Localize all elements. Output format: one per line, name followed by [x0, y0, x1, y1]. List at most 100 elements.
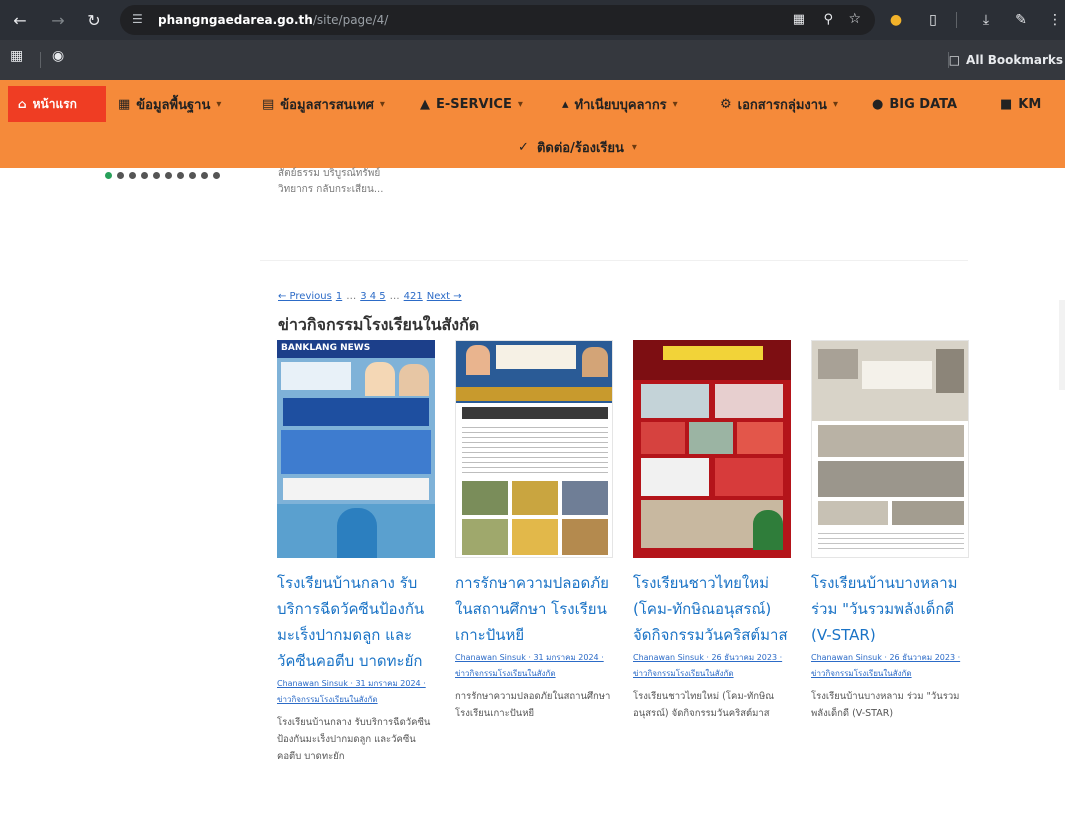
slider-dot[interactable] [189, 172, 196, 179]
news-excerpt: โรงเรียนบ้านบางหลาม ร่วม "วันรวมพลังเด็ก… [811, 691, 960, 719]
pager-page-1[interactable]: 1 [336, 291, 342, 302]
globe-icon[interactable]: ◉ [52, 48, 74, 70]
snippet-line: สัตย์ธรรม บริบูรณ์ทรัพย์ [278, 168, 381, 179]
menu-icon[interactable]: ⋮ [1044, 9, 1065, 31]
news-meta[interactable]: Chanawan Sinsuk · 26 ธันวาคม 2023 · [633, 652, 793, 664]
news-excerpt: โรงเรียนชาวไทยใหม่ (โคม-ทักษิณอนุสรณ์) จ… [633, 691, 775, 719]
nav-label: ข้อมูลสารสนเทศ [280, 97, 374, 113]
pager-pages[interactable]: 3 4 5 [360, 291, 385, 302]
slider-dot[interactable] [153, 172, 160, 179]
nav-home-label: หน้าแรก [32, 96, 77, 111]
download-icon[interactable]: ⤓ [975, 9, 997, 31]
news-category-link[interactable]: ข่าวกิจกรรมโรงเรียนในสังกัด [455, 668, 615, 680]
apps-grid-icon[interactable]: ▦ [10, 48, 32, 70]
gear-icon: ⚙ [720, 96, 732, 112]
bookmarks-bar: ▦ ◉ □ All Bookmarks [0, 40, 1065, 80]
slider-dot[interactable] [129, 172, 136, 179]
all-bookmarks-button[interactable]: □ All Bookmarks [949, 50, 1065, 70]
people-icon: ▲ [420, 96, 430, 112]
slider-dot[interactable] [117, 172, 124, 179]
previous-post-snippet: สัตย์ธรรม บริบูรณ์ทรัพย์ วิทยากร กลับกระ… [278, 166, 383, 198]
nav-label: E-SERVICE [436, 96, 512, 112]
news-title-link[interactable]: การรักษาความปลอดภัยในสถานศึกษา โรงเรียนเ… [455, 570, 615, 648]
zoom-icon[interactable]: ⚲ [823, 12, 833, 27]
nav-item-documents[interactable]: ⚙ เอกสารกลุ่มงาน ▾ [720, 94, 838, 114]
news-card: การรักษาความปลอดภัยในสถานศึกษา โรงเรียนเ… [455, 340, 615, 722]
news-thumbnail[interactable] [455, 340, 613, 558]
news-category-link[interactable]: ข่าวกิจกรรมโรงเรียนในสังกัด [277, 694, 437, 706]
slider-dot[interactable] [141, 172, 148, 179]
news-title-link[interactable]: โรงเรียนบ้านกลาง รับบริการฉีดวัคซีนป้องก… [277, 570, 437, 674]
news-thumbnail[interactable] [811, 340, 969, 558]
org-icon: ▴ [562, 96, 569, 112]
nav-item-big-data[interactable]: ● BIG DATA [872, 94, 957, 114]
site-info-icon[interactable]: ☰ [132, 12, 148, 28]
nav-label: BIG DATA [889, 96, 958, 112]
nav-label: เอกสารกลุ่มงาน [737, 97, 827, 113]
news-excerpt: การรักษาความปลอดภัยในสถานศึกษา โรงเรียนเ… [455, 691, 611, 719]
news-meta[interactable]: Chanawan Sinsuk · 26 ธันวาคม 2023 · [811, 652, 971, 664]
pager-ellipsis: … [346, 291, 357, 302]
snippet-line: วิทยากร กลับกระเสียน... [278, 184, 384, 195]
news-thumbnail[interactable]: BANKLANG NEWS [277, 340, 435, 558]
phone-icon: ✓ [518, 139, 529, 155]
nav-item-basic-info[interactable]: ▦ ข้อมูลพื้นฐาน ▾ [118, 94, 221, 114]
news-category-link[interactable]: ข่าวกิจกรรมโรงเรียนในสังกัด [633, 668, 793, 680]
news-card: โรงเรียนชาวไทยใหม่ (โคม-ทักษิณอนุสรณ์) จ… [633, 340, 793, 722]
extension-icon[interactable]: ● [885, 9, 907, 31]
news-category-link[interactable]: ข่าวกิจกรรมโรงเรียนในสังกัด [811, 668, 971, 680]
chevron-down-icon: ▾ [631, 141, 637, 153]
slider-dot[interactable] [213, 172, 220, 179]
news-thumbnail[interactable] [633, 340, 791, 558]
news-meta[interactable]: Chanawan Sinsuk · 31 มกราคม 2024 · [277, 678, 437, 690]
news-title-link[interactable]: โรงเรียนชาวไทยใหม่ (โคม-ทักษิณอนุสรณ์) จ… [633, 570, 793, 648]
pager-ellipsis: … [389, 291, 400, 302]
profile-icon[interactable]: ✎ [1010, 9, 1032, 31]
slider-dot[interactable] [177, 172, 184, 179]
nav-item-km[interactable]: ■ KM [1000, 94, 1041, 114]
nav-label: ทำเนียบบุคลากร [574, 97, 667, 113]
slider-dot[interactable] [165, 172, 172, 179]
nav-item-contact[interactable]: ✓ ติดต่อ/ร้องเรียน ▾ [518, 137, 637, 158]
chevron-down-icon: ▾ [379, 98, 385, 110]
folder-icon: □ [948, 53, 961, 67]
nav-item-staff[interactable]: ▴ ทำเนียบบุคลากร ▾ [562, 94, 678, 114]
address-bar[interactable]: ☰ phangngaedarea.go.th /site/page/4/ ▦ ⚲… [120, 5, 875, 35]
pager-previous[interactable]: ← Previous [278, 291, 332, 302]
news-card: BANKLANG NEWS โรงเรียนบ้านกลาง รับบริการ… [277, 340, 437, 765]
extensions-puzzle-icon[interactable]: ▯ [922, 9, 944, 31]
pager-last[interactable]: 421 [404, 291, 423, 302]
section-title: ข่าวกิจกรรมโรงเรียนในสังกัด [278, 315, 480, 334]
document-icon: ▤ [262, 96, 275, 112]
book-icon: ■ [1000, 96, 1013, 112]
pager-next[interactable]: Next → [427, 291, 462, 302]
nav-label: ข้อมูลพื้นฐาน [136, 97, 211, 113]
bookmark-star-icon[interactable]: ☆ [848, 11, 861, 27]
url-host: phangngaedarea.go.th [158, 13, 313, 27]
news-title-link[interactable]: โรงเรียนบ้านบางหลาม ร่วม "วันรวมพลังเด็ก… [811, 570, 971, 648]
chevron-down-icon: ▾ [672, 98, 678, 110]
nav-home[interactable]: ⌂ หน้าแรก [8, 86, 106, 122]
translate-icon[interactable]: ▦ [793, 12, 805, 27]
news-card: โรงเรียนบ้านบางหลาม ร่วม "วันรวมพลังเด็ก… [811, 340, 971, 722]
back-icon[interactable]: ← [8, 8, 32, 32]
news-excerpt: โรงเรียนบ้านกลาง รับบริการฉีดวัคซีนป้องก… [277, 717, 431, 762]
nav-label: KM [1018, 96, 1042, 112]
reload-icon[interactable]: ↻ [82, 8, 106, 32]
news-meta[interactable]: Chanawan Sinsuk · 31 มกราคม 2024 · [455, 652, 615, 664]
nav-item-eservice[interactable]: ▲ E-SERVICE ▾ [420, 94, 523, 114]
divider [260, 260, 968, 261]
table-icon: ▦ [118, 96, 131, 112]
chevron-down-icon: ▾ [216, 98, 222, 110]
forward-icon[interactable]: → [46, 8, 70, 32]
chevron-down-icon: ▾ [832, 98, 838, 110]
slider-dot[interactable] [105, 172, 112, 179]
thumbnail-banner: BANKLANG NEWS [277, 340, 435, 358]
slider-dot[interactable] [201, 172, 208, 179]
nav-label: ติดต่อ/ร้องเรียน [536, 140, 624, 156]
slider-dots [105, 172, 220, 179]
nav-item-information[interactable]: ▤ ข้อมูลสารสนเทศ ▾ [262, 94, 385, 114]
chevron-down-icon: ▾ [517, 98, 523, 110]
circle-icon: ● [872, 96, 884, 112]
pagination: ← Previous 1 … 3 4 5 … 421 Next → [278, 291, 462, 302]
